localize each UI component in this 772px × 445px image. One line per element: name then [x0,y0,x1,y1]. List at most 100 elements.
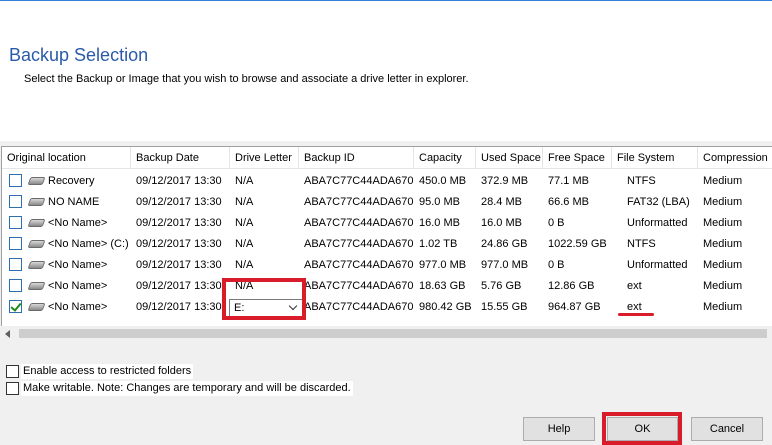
row-checkbox[interactable] [9,237,22,250]
cell-date: 09/12/2017 13:30 [136,238,222,250]
cell-compression: Medium [703,280,743,292]
cell-used: 977.0 MB [481,259,529,271]
column-backup-date[interactable]: Backup Date [131,147,230,169]
horizontal-scrollbar[interactable] [1,326,772,341]
cell-capacity: 16.0 MB [419,217,460,229]
cancel-button[interactable]: Cancel [691,417,763,441]
page-subtitle: Select the Backup or Image that you wish… [24,73,469,85]
cell-compression: Medium [703,175,743,187]
table-row[interactable]: <No Name> N/A 09/12/2017 13:30 ABA7C77C44AD… [2,276,772,297]
cell-date: 09/12/2017 13:30 [136,196,222,208]
cell-used: 16.0 MB [481,217,522,229]
column-file-system[interactable]: File System [612,147,698,169]
column-backup-id[interactable]: Backup ID [299,147,414,169]
cell-used: 5.76 GB [481,280,522,292]
cell-fs: Unformatted [627,259,688,271]
make-writable-label: Make writable. Note: Changes are tempora… [21,381,353,396]
file-system-underline [618,313,654,316]
cell-capacity: 18.63 GB [419,280,466,292]
drive-icon [27,177,46,185]
cell-fs: NTFS [627,238,656,250]
cell-compression: Medium [703,259,743,271]
cell-drive-letter: N/A [235,259,254,271]
cell-compression: Medium [703,196,743,208]
cell-capacity: 977.0 MB [419,259,467,271]
page-title: Backup Selection [9,45,149,65]
column-capacity[interactable]: Capacity [414,147,476,169]
table-row[interactable]: NO NAME N/A 09/12/2017 13:30 ABA7C77C44ADA6… [2,192,772,213]
cell-fs: FAT32 (LBA) [627,196,690,208]
cell-drive-letter: N/A [235,196,254,208]
restricted-folders-label: Enable access to restricted folders [21,364,194,379]
drive-icon [27,240,46,248]
cell-used: 372.9 MB [481,175,529,187]
cell-date: 09/12/2017 13:30 [136,217,222,229]
drive-icon [27,282,46,290]
cell-id: ABA7C77C44ADA670 [304,217,414,229]
header-panel: Backup Selection Select the Backup or Im… [0,1,772,141]
drive-icon [27,261,46,269]
drive-letter-highlight [222,278,306,320]
cell-location: <No Name> [48,217,108,229]
cell-id: ABA7C77C44ADA670 [304,301,414,313]
row-checkbox[interactable] [9,216,22,229]
cell-drive-letter: N/A [235,217,254,229]
cell-drive-letter: N/A [235,238,254,250]
cell-used: 15.55 GB [481,301,528,313]
ok-button-highlight [602,412,682,445]
cell-compression: Medium [703,217,743,229]
cell-location: NO NAME [48,196,100,208]
cell-compression: Medium [703,238,743,250]
row-checkbox[interactable] [9,279,22,292]
cell-capacity: 980.42 GB [419,301,472,313]
cell-date: 09/12/2017 13:30 [136,301,222,313]
help-button[interactable]: Help [523,417,595,441]
row-checkbox[interactable] [9,300,22,313]
cell-used: 28.4 MB [481,196,522,208]
table-row[interactable]: <No Name> N/A 09/12/2017 13:30 ABA7C77C44AD… [2,255,772,276]
drive-icon [27,303,46,311]
cell-free: 1022.59 GB [548,238,607,250]
cell-fs: Unformatted [627,217,688,229]
table-row[interactable]: <No Name> (C:) N/A 09/12/2017 13:30 ABA7C77… [2,234,772,255]
cell-location: Recovery [48,175,95,187]
column-original-location[interactable]: Original location [2,147,131,169]
column-drive-letter[interactable]: Drive Letter [230,147,299,169]
cell-id: ABA7C77C44ADA670 [304,196,414,208]
restricted-folders-checkbox[interactable] [6,365,19,378]
make-writable-checkbox[interactable] [6,382,19,395]
scrollbar-thumb[interactable] [19,329,767,338]
cell-free: 0 B [548,217,565,229]
column-free-space[interactable]: Free Space [543,147,612,169]
cell-id: ABA7C77C44ADA670 [304,259,414,271]
cell-free: 66.6 MB [548,196,589,208]
cell-location: <No Name> [48,301,108,313]
cell-free: 0 B [548,259,565,271]
cell-compression: Medium [703,301,743,313]
cell-free: 964.87 GB [548,301,601,313]
row-checkbox[interactable] [9,174,22,187]
table-row[interactable]: Recovery N/A 09/12/2017 13:30 ABA7C77C44ADA… [2,171,772,192]
cell-capacity: 450.0 MB [419,175,467,187]
row-checkbox[interactable] [9,258,22,271]
backup-list[interactable]: Original location Backup Date Drive Lett… [1,146,772,341]
column-used-space[interactable]: Used Space [476,147,543,169]
table-row[interactable]: <No Name> E: 09/12/2017 13:30 ABA7C77C44ADA… [2,297,772,318]
cell-used: 24.86 GB [481,238,528,250]
cell-fs: NTFS [627,175,656,187]
cell-location: <No Name> [48,280,108,292]
drive-icon [27,198,46,206]
table-row[interactable]: <No Name> N/A 09/12/2017 13:30 ABA7C77C44AD… [2,213,772,234]
column-header-row: Original location Backup Date Drive Lett… [2,147,772,169]
cell-free: 77.1 MB [548,175,589,187]
row-checkbox[interactable] [9,195,22,208]
cell-id: ABA7C77C44ADA670 [304,280,414,292]
column-compression[interactable]: Compression [698,147,772,169]
cell-fs: ext [627,280,642,292]
cell-capacity: 95.0 MB [419,196,460,208]
cell-location: <No Name> [48,259,108,271]
cell-id: ABA7C77C44ADA670 [304,175,414,187]
scroll-left-arrow-icon[interactable] [5,330,10,338]
cell-capacity: 1.02 TB [419,238,458,250]
cell-date: 09/12/2017 13:30 [136,175,222,187]
